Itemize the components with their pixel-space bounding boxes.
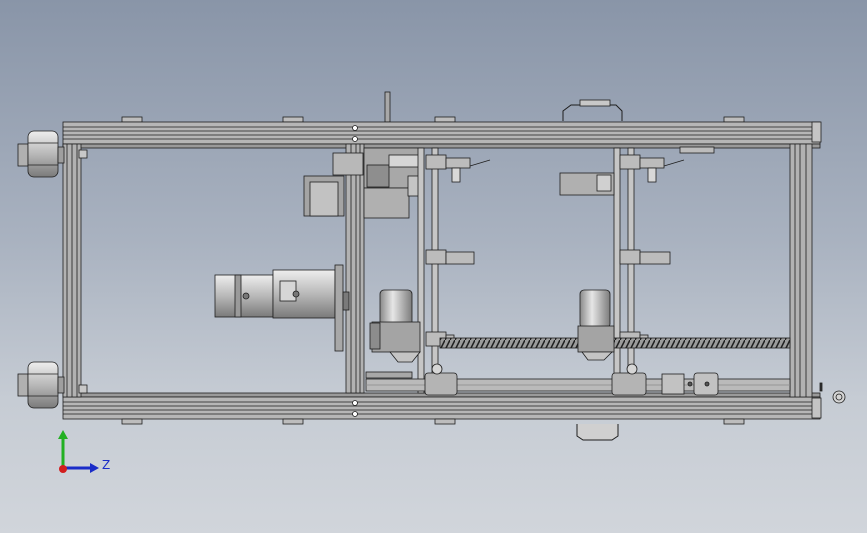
bolt	[78, 384, 88, 394]
leveling-foot-top	[17, 130, 65, 178]
x-axis-icon	[59, 465, 67, 473]
z-axis-label: Z	[102, 458, 110, 472]
top-rod	[384, 91, 391, 123]
mount-plate	[559, 172, 615, 196]
cylinder-left	[369, 289, 421, 363]
top-rail	[62, 121, 821, 149]
drive-shaft	[365, 363, 791, 396]
right-rail	[789, 121, 822, 419]
leveling-foot-bottom	[17, 361, 65, 409]
graphics-viewport[interactable]: Z	[0, 0, 867, 533]
bottom-handle	[576, 424, 619, 441]
bolt	[78, 149, 88, 159]
coordinate-triad: Z	[58, 430, 110, 473]
left-rail	[62, 143, 82, 398]
cylinder-right	[577, 289, 615, 361]
top-rail-tabs	[121, 116, 745, 123]
bottom-rail-tabs	[121, 418, 745, 425]
top-handle	[562, 99, 623, 121]
z-arrow-icon	[90, 463, 99, 473]
y-arrow-icon	[58, 430, 68, 439]
bottom-rail	[62, 392, 821, 420]
upper-actuator	[363, 147, 423, 219]
ball-screw	[439, 337, 791, 349]
main-motor	[214, 264, 350, 352]
end-bolt	[819, 382, 846, 404]
assembly-model[interactable]	[0, 0, 867, 533]
